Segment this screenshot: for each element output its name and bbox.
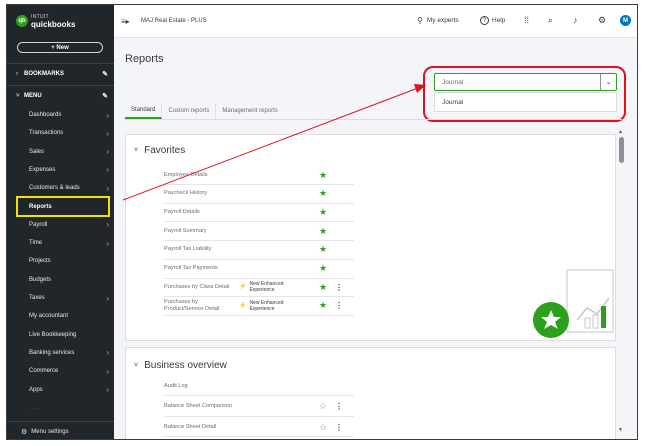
annotation-arrow: [122, 84, 426, 201]
